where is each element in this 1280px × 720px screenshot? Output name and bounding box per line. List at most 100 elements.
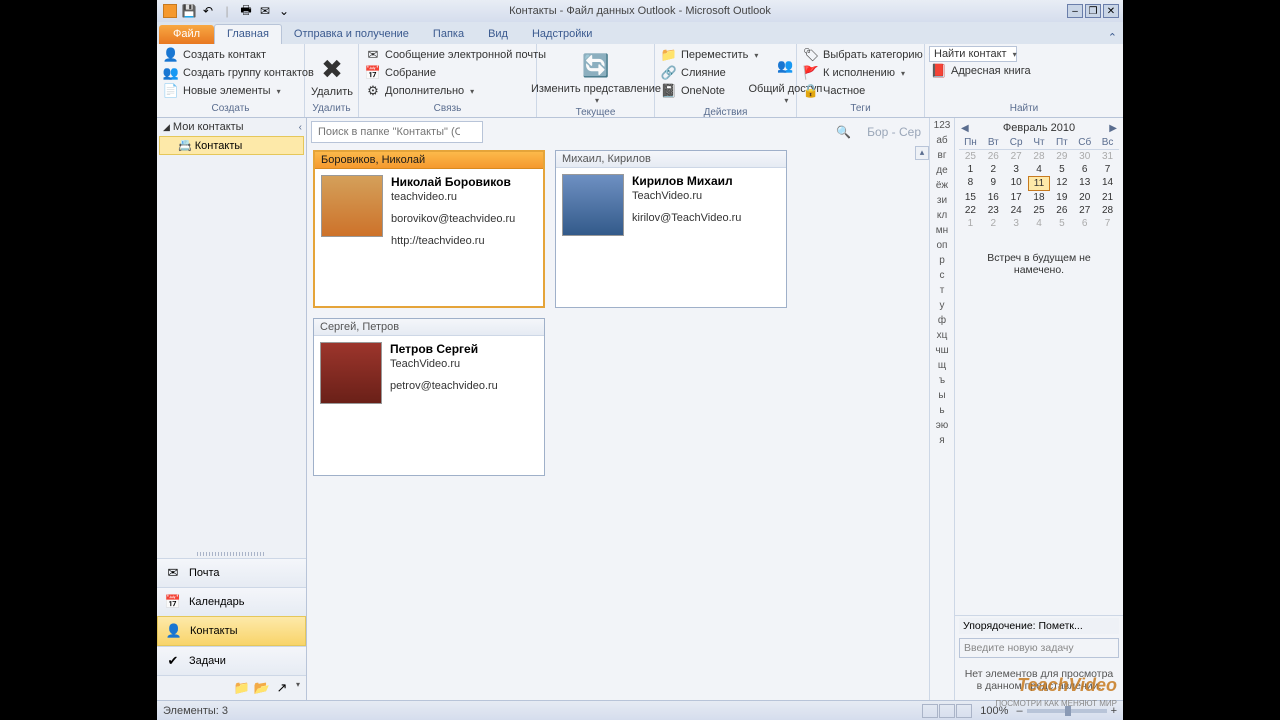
cal-day-other[interactable]: 5 xyxy=(1050,217,1073,230)
save-icon[interactable]: 💾 xyxy=(180,2,198,20)
contact-card[interactable]: Сергей, Петров Петров Сергей TeachVideo.… xyxy=(313,318,545,476)
cal-day[interactable]: 12 xyxy=(1050,176,1073,191)
cal-day[interactable]: 11 xyxy=(1028,176,1051,191)
email-button[interactable]: ✉Сообщение электронной почты xyxy=(363,46,548,64)
cal-day[interactable]: 18 xyxy=(1028,191,1051,204)
nav-tasks[interactable]: ✔Задачи xyxy=(157,646,306,675)
nav-options-icon[interactable]: ▾ xyxy=(296,680,300,696)
alpha-index-item[interactable]: ёж xyxy=(930,178,954,193)
tab-folder[interactable]: Папка xyxy=(421,25,476,44)
private-button[interactable]: 🔒Частное xyxy=(801,82,935,100)
collapse-icon[interactable]: ‹ xyxy=(299,122,302,133)
alpha-index-item[interactable]: ы xyxy=(930,388,954,403)
alpha-index-item[interactable]: у xyxy=(930,298,954,313)
alpha-index-item[interactable]: де xyxy=(930,163,954,178)
cal-day[interactable]: 7 xyxy=(1096,163,1119,176)
alpha-index-item[interactable]: аб xyxy=(930,133,954,148)
new-task-input[interactable]: Введите новую задачу xyxy=(959,638,1119,658)
cal-day-other[interactable]: 25 xyxy=(959,150,982,163)
change-view-button[interactable]: 🔄Изменить представление▾ xyxy=(541,46,651,106)
contact-card[interactable]: Михаил, Кирилов Кирилов Михаил TeachVide… xyxy=(555,150,787,308)
cal-day[interactable]: 13 xyxy=(1073,176,1096,191)
nav-contacts-item[interactable]: 📇 Контакты xyxy=(159,136,304,155)
address-book-button[interactable]: 📕Адресная книга xyxy=(929,62,1033,80)
cal-day-other[interactable]: 28 xyxy=(1028,150,1051,163)
cal-day[interactable]: 14 xyxy=(1096,176,1119,191)
tab-addins[interactable]: Надстройки xyxy=(520,25,604,44)
cal-prev-icon[interactable]: ◀ xyxy=(961,123,969,134)
cal-day[interactable]: 3 xyxy=(1005,163,1028,176)
cal-day[interactable]: 5 xyxy=(1050,163,1073,176)
alpha-index-item[interactable]: эю xyxy=(930,418,954,433)
meeting-button[interactable]: 📅Собрание xyxy=(363,64,548,82)
undo-icon[interactable]: ↶ xyxy=(199,2,217,20)
contact-card[interactable]: Боровиков, Николай Николай Боровиков tea… xyxy=(313,150,545,308)
alpha-index-item[interactable]: я xyxy=(930,433,954,448)
alpha-index-item[interactable]: с xyxy=(930,268,954,283)
new-items-button[interactable]: 📄Новые элементы▾ xyxy=(161,82,316,100)
cal-day-other[interactable]: 2 xyxy=(982,217,1005,230)
nav-splitter[interactable] xyxy=(197,552,266,556)
alpha-index-item[interactable]: ъ xyxy=(930,373,954,388)
alpha-index-item[interactable]: ь xyxy=(930,403,954,418)
cal-day-other[interactable]: 29 xyxy=(1050,150,1073,163)
alpha-index-item[interactable]: кл xyxy=(930,208,954,223)
cal-day[interactable]: 15 xyxy=(959,191,982,204)
cal-day[interactable]: 1 xyxy=(959,163,982,176)
alpha-index-item[interactable]: зи xyxy=(930,193,954,208)
dd-icon[interactable]: ⌄ xyxy=(275,2,293,20)
merge-button[interactable]: 🔗Слияние xyxy=(659,64,760,82)
cal-next-icon[interactable]: ▶ xyxy=(1109,123,1117,134)
folder-mini-icon[interactable]: 📁 xyxy=(234,680,250,696)
cal-day-other[interactable]: 27 xyxy=(1005,150,1028,163)
cal-day[interactable]: 22 xyxy=(959,204,982,217)
task-sort[interactable]: Упорядочение: Пометк... xyxy=(959,618,1119,634)
find-contact-input[interactable]: Найти контакт▾ xyxy=(929,46,1017,62)
nav-contacts[interactable]: 👤Контакты xyxy=(157,616,306,646)
alpha-index-item[interactable]: мн xyxy=(930,223,954,238)
delete-button[interactable]: ✖Удалить xyxy=(309,46,355,102)
cal-day-other[interactable]: 31 xyxy=(1096,150,1119,163)
more-link-button[interactable]: ⚙Дополнительно▾ xyxy=(363,82,548,100)
cal-day[interactable]: 9 xyxy=(982,176,1005,191)
alpha-index-item[interactable]: чш xyxy=(930,343,954,358)
cal-day-other[interactable]: 7 xyxy=(1096,217,1119,230)
scroll-up-icon[interactable]: ▴ xyxy=(915,146,929,160)
category-button[interactable]: 🏷Выбрать категорию▾ xyxy=(801,46,935,64)
search-input[interactable] xyxy=(311,121,483,143)
cal-day-other[interactable]: 1 xyxy=(959,217,982,230)
nav-header[interactable]: ◢Мои контакты‹ xyxy=(157,118,306,136)
close-icon[interactable]: ✕ xyxy=(1103,4,1119,18)
alpha-index-item[interactable]: ф xyxy=(930,313,954,328)
cal-day[interactable]: 4 xyxy=(1028,163,1051,176)
cal-day[interactable]: 21 xyxy=(1096,191,1119,204)
tab-home[interactable]: Главная xyxy=(214,24,282,44)
cal-day[interactable]: 28 xyxy=(1096,204,1119,217)
cal-day-other[interactable]: 30 xyxy=(1073,150,1096,163)
folder2-mini-icon[interactable]: 📂 xyxy=(254,680,270,696)
cal-day[interactable]: 10 xyxy=(1005,176,1028,191)
outlook-icon[interactable] xyxy=(161,2,179,20)
sendrecv-icon[interactable]: ✉ xyxy=(256,2,274,20)
cal-day-other[interactable]: 6 xyxy=(1073,217,1096,230)
cal-day[interactable]: 17 xyxy=(1005,191,1028,204)
alpha-index-item[interactable]: р xyxy=(930,253,954,268)
cal-day[interactable]: 24 xyxy=(1005,204,1028,217)
cal-day[interactable]: 8 xyxy=(959,176,982,191)
alpha-index-item[interactable]: 123 xyxy=(930,118,954,133)
minimize-icon[interactable]: – xyxy=(1067,4,1083,18)
tab-sendrecv[interactable]: Отправка и получение xyxy=(282,25,421,44)
alpha-index-item[interactable]: т xyxy=(930,283,954,298)
nav-mail[interactable]: ✉Почта xyxy=(157,558,306,587)
search-icon[interactable]: 🔍 xyxy=(836,125,851,139)
print-icon[interactable]: 🖶 xyxy=(237,2,255,20)
cal-day[interactable]: 6 xyxy=(1073,163,1096,176)
restore-icon[interactable]: ❐ xyxy=(1085,4,1101,18)
onenote-button[interactable]: 📓OneNote xyxy=(659,82,760,100)
followup-button[interactable]: 🚩К исполнению▾ xyxy=(801,64,935,82)
cal-day[interactable]: 2 xyxy=(982,163,1005,176)
cal-day[interactable]: 19 xyxy=(1050,191,1073,204)
cal-day-other[interactable]: 3 xyxy=(1005,217,1028,230)
cal-day[interactable]: 16 xyxy=(982,191,1005,204)
alpha-index-item[interactable]: вг xyxy=(930,148,954,163)
